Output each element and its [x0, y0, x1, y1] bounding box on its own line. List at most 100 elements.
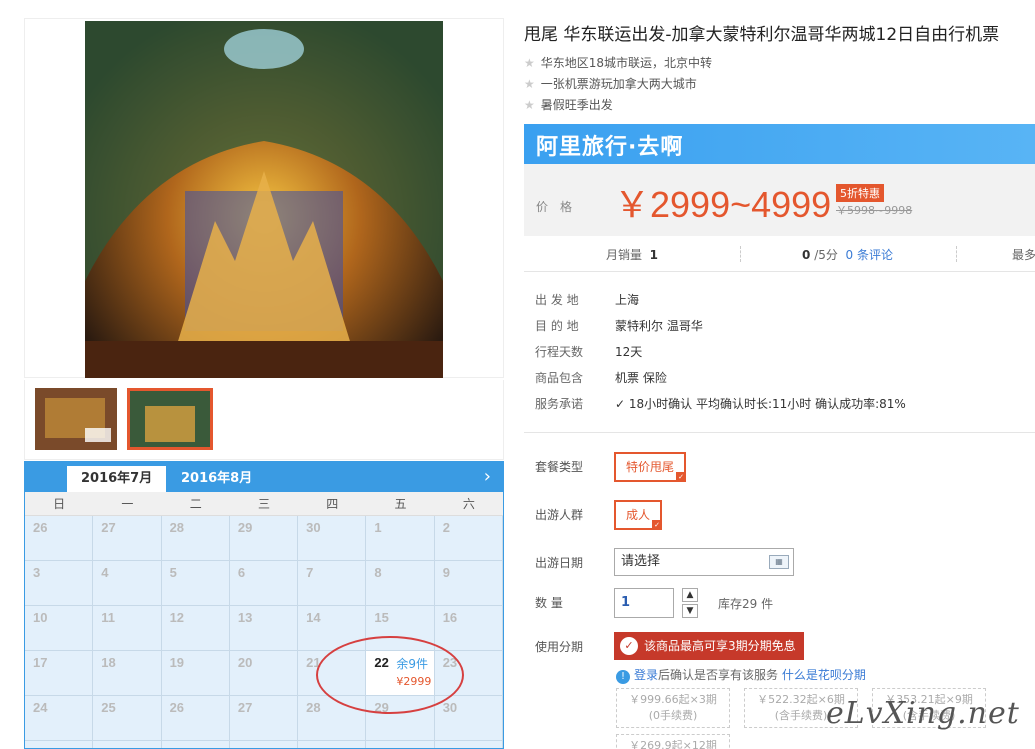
day-number: 28 [306, 700, 321, 715]
calendar-day-cell: 24 [25, 696, 94, 741]
day-number: 14 [306, 610, 321, 625]
login-link[interactable]: 登录 [634, 668, 658, 682]
login-tip: ! 登录后确认是否享有该服务 什么是花呗分期 [616, 666, 866, 684]
main-image-frame [24, 18, 504, 378]
calendar-day-cell: 20 [229, 651, 299, 696]
info-includes: 商品包含 机票 保险 [535, 371, 667, 385]
calendar-day-cell: 14 [298, 606, 367, 651]
weekday-label: 六 [462, 497, 475, 511]
weekday-label: 日 [53, 497, 66, 511]
calendar-day-cell: 4 [93, 561, 162, 606]
day-price: ¥2999 [396, 675, 432, 688]
travel-date-label: 出游日期 [535, 556, 584, 570]
weekday-label: 三 [257, 497, 270, 511]
selected-check-icon: ✓ [676, 472, 687, 482]
day-number: 24 [33, 700, 48, 715]
star-icon: ★ [524, 77, 535, 91]
day-number: 7 [306, 565, 314, 580]
calendar-grid: 26 27 28 29 30 1 2 3 4 5 6 7 8 9 10 11 12 13 14 15 16 17 18 19 2… [25, 516, 503, 748]
day-number: 8 [374, 565, 382, 580]
calendar-day-cell: 2 [161, 741, 230, 748]
quantity-decrease-button[interactable]: ▼ [682, 604, 698, 618]
calendar-day-cell: 5 [366, 741, 435, 748]
stats-bar: 月销量 1 0 /5分 0 条评论 最多 [524, 236, 1035, 272]
brand-logo-text: 阿里旅行·去啊 [536, 135, 684, 160]
info-duration: 行程天数 12天 [535, 345, 643, 359]
package-option-button[interactable]: 特价甩尾 ✓ [614, 452, 687, 482]
day-number: 30 [306, 520, 321, 535]
calendar-day-cell: 16 [434, 606, 503, 651]
travel-date-input[interactable]: 请选择 ▦ [614, 548, 794, 576]
huabei-help-link[interactable]: 什么是花呗分期 [782, 668, 866, 682]
tab-month-august[interactable]: 2016年8月 [167, 466, 266, 492]
calendar-day-cell: 6 [229, 561, 299, 606]
weekday-header: 日一二三四五六 [25, 492, 503, 516]
reviews-link[interactable]: 0 条评论 [846, 248, 893, 262]
installment-plan-3[interactable]: ￥999.66起×3期 (0手续费) [616, 688, 730, 728]
stock-text: 库存29 件 [718, 597, 774, 611]
calendar-day-cell: 30 [434, 696, 503, 741]
day-number: 6 [443, 745, 450, 748]
calendar-day-cell: 28 [298, 696, 367, 741]
day-number: 13 [237, 610, 253, 625]
selected-check-icon: ✓ [652, 520, 663, 530]
calendar-day-cell: 18 [93, 651, 162, 696]
calendar-day-cell: 1 [93, 741, 162, 748]
calendar-day-cell: 29 [366, 696, 435, 741]
day-number: 30 [442, 700, 458, 715]
monthly-sales: 月销量 1 [606, 248, 659, 262]
departure-calendar: 2016年7月 2016年8月 › 日一二三四五六 26 27 28 29 30 1 2 3 4… [24, 461, 504, 749]
day-number: 4 [306, 745, 313, 748]
day-number: 4 [101, 565, 109, 580]
stats-more: 最多 [1012, 248, 1035, 262]
quantity-label: 数 量 [535, 596, 563, 610]
day-number: 16 [442, 610, 458, 625]
installment-banner: ✓ 该商品最高可享3期分期免息 [614, 632, 804, 660]
thumbnail-1[interactable] [35, 388, 117, 450]
calendar-day-cell: 5 [161, 561, 230, 606]
day-number: 21 [306, 655, 321, 670]
day-number: 28 [169, 520, 185, 535]
day-number: 22 [374, 655, 389, 670]
calendar-day-cell: 25 [93, 696, 162, 741]
calendar-day-cell: 27 [229, 696, 299, 741]
quantity-increase-button[interactable]: ▲ [682, 588, 698, 602]
calendar-day-available[interactable]: 22 余9件 ¥2999 [366, 651, 435, 696]
weekday-label: 一 [121, 497, 134, 511]
calendar-icon[interactable]: ▦ [769, 555, 789, 569]
calendar-day-cell: 17 [25, 651, 94, 696]
weekday-label: 五 [394, 497, 407, 511]
package-type-label: 套餐类型 [535, 460, 584, 474]
product-title: 甩尾 华东联运出发-加拿大蒙特利尔温哥华两城12日自由行机票 [524, 25, 1000, 45]
calendar-header: 2016年7月 2016年8月 › [25, 462, 503, 492]
calendar-day-cell: 9 [434, 561, 503, 606]
calendar-day-cell: 13 [229, 606, 299, 651]
installment-plan-12[interactable]: ￥269.9起×12期 [616, 734, 730, 749]
traveler-option-button[interactable]: 成人 ✓ [614, 500, 663, 530]
day-number: 2 [170, 745, 177, 748]
day-number: 5 [374, 745, 381, 748]
quantity-input[interactable]: 1 [614, 588, 674, 618]
info-destination: 目 的 地蒙特利尔 温哥华 [535, 319, 703, 333]
thumbnail-2-selected[interactable] [127, 388, 213, 450]
calendar-day-cell: 6 [434, 741, 503, 748]
main-product-image [85, 21, 443, 378]
day-number: 29 [374, 700, 389, 715]
calendar-day-cell: 12 [161, 606, 230, 651]
next-month-icon[interactable]: › [484, 466, 491, 487]
calendar-day-cell: 3 [25, 561, 94, 606]
day-number: 5 [169, 565, 177, 580]
calendar-day-cell: 26 [25, 516, 94, 561]
day-number: 27 [101, 520, 116, 535]
tab-month-july[interactable]: 2016年7月 [67, 466, 167, 492]
day-number: 29 [237, 520, 253, 535]
original-price: ￥5998~9998 [836, 204, 913, 217]
discount-badge: 5折特惠 [836, 184, 884, 202]
info-service: 服务承诺 ✓ 18小时确认 平均确认时长:11小时 确认成功率:81% [535, 397, 906, 411]
feature-item: ★ 暑假旺季出发 [524, 98, 613, 112]
day-number: 19 [169, 655, 185, 670]
calendar-day-cell: 10 [25, 606, 94, 651]
star-icon: ★ [524, 98, 535, 112]
day-number: 25 [101, 700, 116, 715]
day-number: 20 [237, 655, 253, 670]
